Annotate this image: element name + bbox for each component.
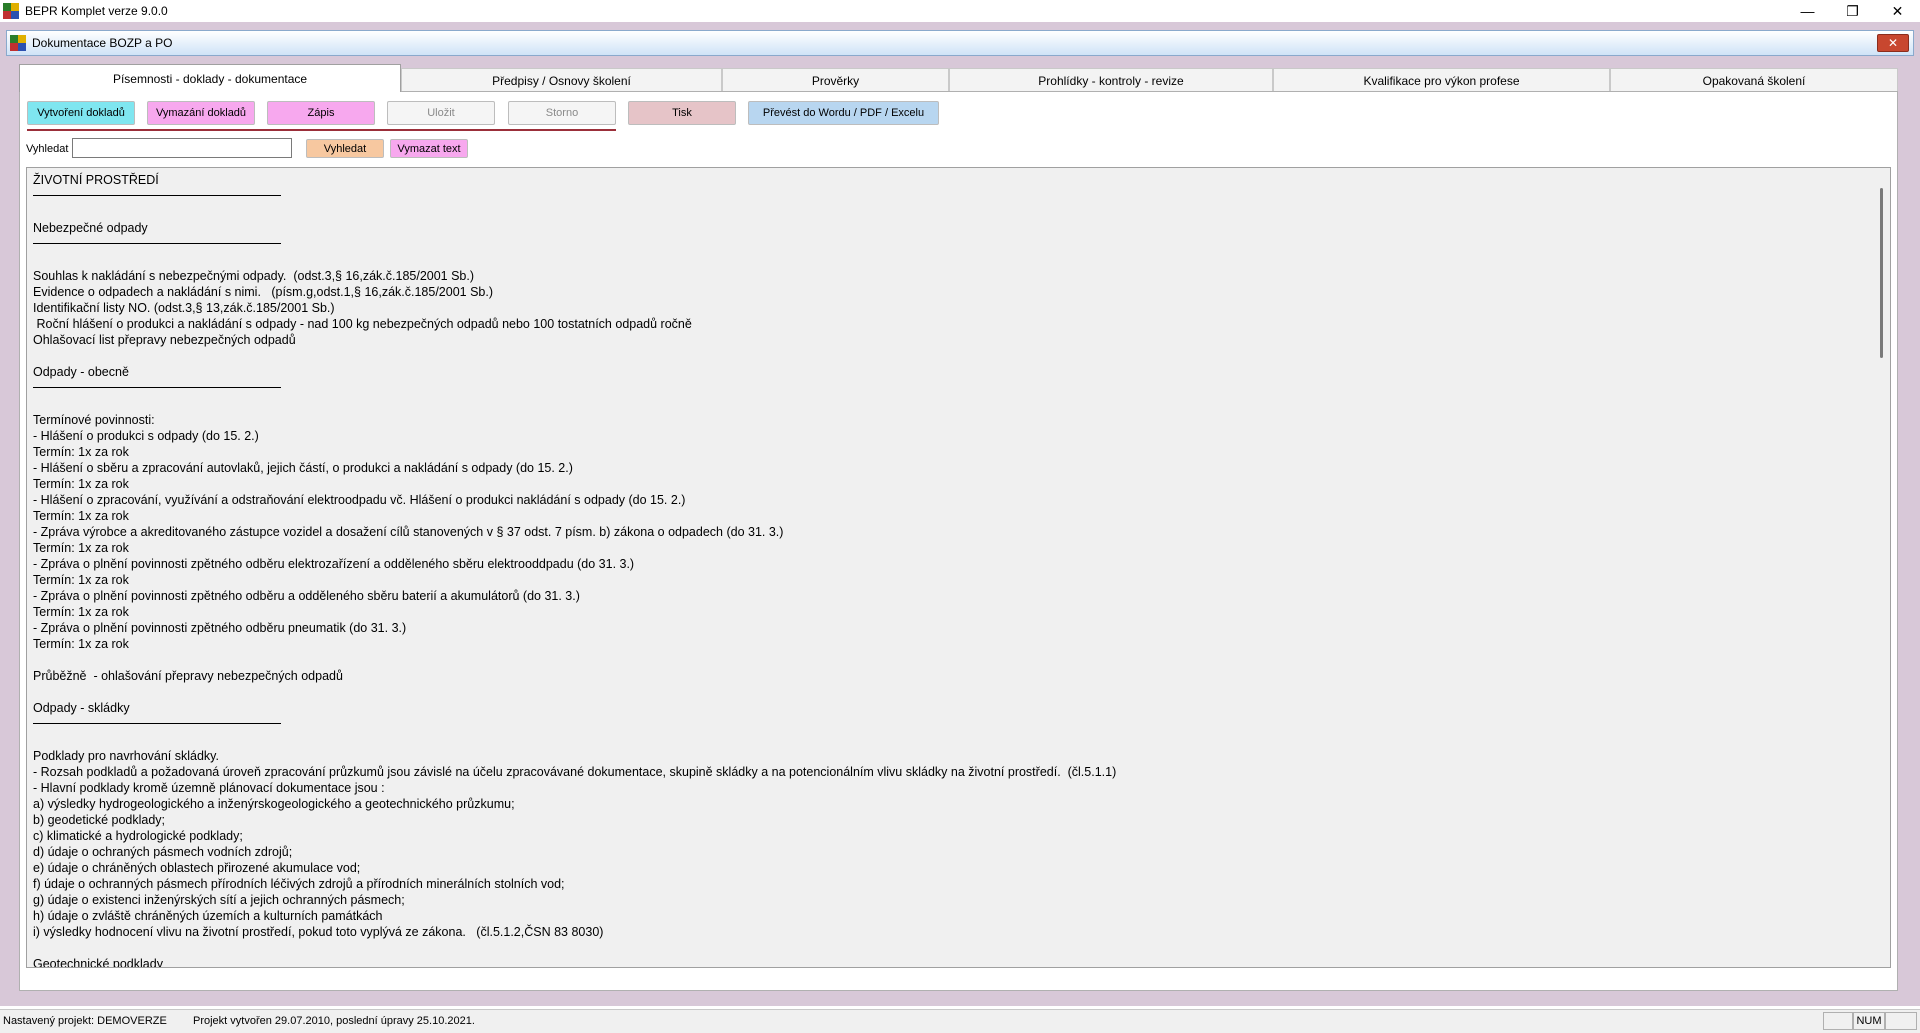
tab-panel: Vytvoření dokladů Vymazání dokladů Zápis… — [19, 91, 1898, 991]
document-line: Termín: 1x za rok — [33, 541, 129, 555]
section-divider — [33, 723, 281, 724]
document-line: - Rozsah podkladů a požadovaná úroveň zp… — [33, 765, 1117, 779]
document-content: ŽIVOTNÍ PROSTŘEDÍ Nebezpečné odpady Souhla… — [33, 172, 1853, 968]
document-line: Roční hlášení o produkci a nakládání s o… — [33, 317, 692, 331]
document-line: Evidence o odpadech a nakládání s nimi. … — [33, 285, 494, 299]
tab-inspections[interactable]: Prověrky — [722, 68, 949, 92]
mdi-area: Dokumentace BOZP a PO ✕ Písemnosti - dok… — [0, 22, 1920, 1006]
document-line: b) geodetické podklady; — [33, 813, 166, 827]
status-cell-empty-2 — [1885, 1012, 1917, 1030]
search-label: Vyhledat — [26, 143, 69, 155]
vertical-scrollbar[interactable] — [1872, 168, 1890, 967]
app-logo-icon — [3, 3, 19, 19]
tab-regulations[interactable]: Předpisy / Osnovy školení — [401, 68, 722, 92]
status-num: NUM — [1853, 1012, 1885, 1030]
document-line: Termín: 1x za rok — [33, 477, 129, 491]
export-button[interactable]: Převést do Wordu / PDF / Excelu — [748, 101, 939, 125]
tab-repeated-trainings[interactable]: Opakovaná školení — [1610, 68, 1898, 92]
document-line: Termín: 1x za rok — [33, 605, 129, 619]
section-divider — [33, 195, 281, 196]
document-line: - Zpráva o plnění povinnosti zpětného od… — [33, 589, 580, 603]
child-window-title: Dokumentace BOZP a PO — [32, 36, 173, 50]
document-line: g) údaje o existenci inženýrských sítí a… — [33, 893, 405, 907]
print-button[interactable]: Tisk — [628, 101, 736, 125]
document-line: Termínové povinnosti: — [33, 413, 155, 427]
status-bar: Nastavený projekt: DEMOVERZE Projekt vyt… — [0, 1009, 1920, 1033]
document-line: - Zpráva o plnění povinnosti zpětného od… — [33, 621, 407, 635]
record-button[interactable]: Zápis — [267, 101, 375, 125]
document-line: - Hlášení o produkci s odpady (do 15. 2.… — [33, 429, 259, 443]
section-divider — [33, 243, 281, 244]
document-line: Geotechnické podklady — [33, 957, 163, 968]
scrollbar-thumb[interactable] — [1880, 188, 1883, 358]
document-line: h) údaje o zvláště chráněných územích a … — [33, 909, 383, 923]
tab-checks-revisions[interactable]: Prohlídky - kontroly - revize — [949, 68, 1273, 92]
section-divider — [33, 387, 281, 388]
create-documents-button[interactable]: Vytvoření dokladů — [27, 101, 135, 125]
close-icon[interactable]: ✕ — [1875, 0, 1920, 22]
document-text-area[interactable]: ŽIVOTNÍ PROSTŘEDÍ Nebezpečné odpady Souhla… — [26, 167, 1891, 968]
document-line: - Hlášení o zpracování, využívání a odst… — [33, 493, 686, 507]
document-line: Nebezpečné odpady — [33, 221, 148, 235]
status-project-info: Projekt vytvořen 29.07.2010, poslední úp… — [193, 1015, 475, 1027]
document-line: Termín: 1x za rok — [33, 509, 129, 523]
document-line: - Zpráva o plnění povinnosti zpětného od… — [33, 557, 635, 571]
document-line: Termín: 1x za rok — [33, 637, 129, 651]
app-title: BEPR Komplet verze 9.0.0 — [25, 4, 168, 18]
toolbar-underline — [27, 129, 616, 131]
document-line: f) údaje o ochranných pásmech přírodních… — [33, 877, 565, 891]
tab-documents[interactable]: Písemnosti - doklady - dokumentace — [19, 64, 401, 92]
document-line: Souhlas k nakládání s nebezpečnými odpad… — [33, 269, 475, 283]
search-input[interactable] — [72, 138, 292, 158]
tab-qualifications[interactable]: Kvalifikace pro výkon profese — [1273, 68, 1610, 92]
delete-documents-button[interactable]: Vymazání dokladů — [147, 101, 255, 125]
tab-bar: Písemnosti - doklady - dokumentace Předp… — [19, 64, 1898, 92]
document-line: ŽIVOTNÍ PROSTŘEDÍ — [33, 173, 159, 187]
document-line: a) výsledky hydrogeologického a inženýrs… — [33, 797, 515, 811]
save-button[interactable]: Uložit — [387, 101, 495, 125]
document-line: Termín: 1x za rok — [33, 573, 129, 587]
child-window-icon — [10, 35, 26, 51]
status-project: Nastavený projekt: DEMOVERZE — [3, 1015, 167, 1027]
document-line: Identifikační listy NO. (odst.3,§ 13,zák… — [33, 301, 335, 315]
child-close-icon[interactable]: ✕ — [1877, 34, 1909, 52]
document-line: - Hlášení o sběru a zpracování autovlaků… — [33, 461, 573, 475]
minimize-icon[interactable]: — — [1785, 0, 1830, 22]
document-line: i) výsledky hodnocení vlivu na životní p… — [33, 925, 604, 939]
document-line: Podklady pro navrhování skládky. — [33, 749, 219, 763]
search-button[interactable]: Vyhledat — [306, 139, 384, 158]
document-line: d) údaje o ochraných pásmech vodních zdr… — [33, 845, 293, 859]
document-line: Odpady - skládky — [33, 701, 130, 715]
document-line: Ohlašovací list přepravy nebezpečných od… — [33, 333, 296, 347]
document-line: - Hlavní podklady kromě územně plánovací… — [33, 781, 385, 795]
document-line: - Zpráva výrobce a akreditovaného zástup… — [33, 525, 784, 539]
clear-text-button[interactable]: Vymazat text — [390, 139, 468, 158]
document-line: Průběžně - ohlašování přepravy nebezpečn… — [33, 669, 343, 683]
cancel-button[interactable]: Storno — [508, 101, 616, 125]
document-line: Odpady - obecně — [33, 365, 129, 379]
app-titlebar: BEPR Komplet verze 9.0.0 — ❐ ✕ — [0, 0, 1920, 22]
restore-icon[interactable]: ❐ — [1830, 0, 1875, 22]
document-line: e) údaje o chráněných oblastech přirozen… — [33, 861, 361, 875]
document-line: Termín: 1x za rok — [33, 445, 129, 459]
document-line: c) klimatické a hydrologické podklady; — [33, 829, 243, 843]
child-window-titlebar: Dokumentace BOZP a PO ✕ — [6, 30, 1914, 56]
status-cell-empty — [1823, 1012, 1853, 1030]
